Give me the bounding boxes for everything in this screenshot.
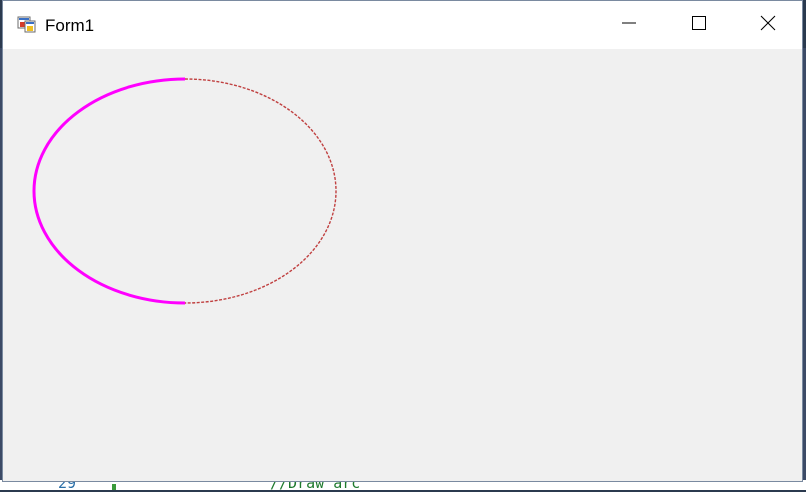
close-button[interactable] [734, 1, 802, 49]
maximize-button[interactable] [664, 1, 734, 49]
form-window[interactable]: Form1 [2, 0, 803, 482]
minimize-icon [621, 15, 637, 36]
close-icon [760, 15, 776, 36]
magenta-solid-arc [32, 77, 186, 305]
minimize-button[interactable] [594, 1, 664, 49]
window-title: Form1 [45, 16, 95, 35]
form-client-area[interactable] [3, 49, 802, 481]
drawing-canvas [32, 77, 337, 305]
background-change-marker [112, 484, 116, 490]
maximize-icon [691, 15, 707, 36]
red-dashed-arc [184, 78, 337, 304]
title-bar[interactable]: Form1 [3, 1, 802, 49]
winforms-app-icon[interactable] [17, 15, 37, 35]
